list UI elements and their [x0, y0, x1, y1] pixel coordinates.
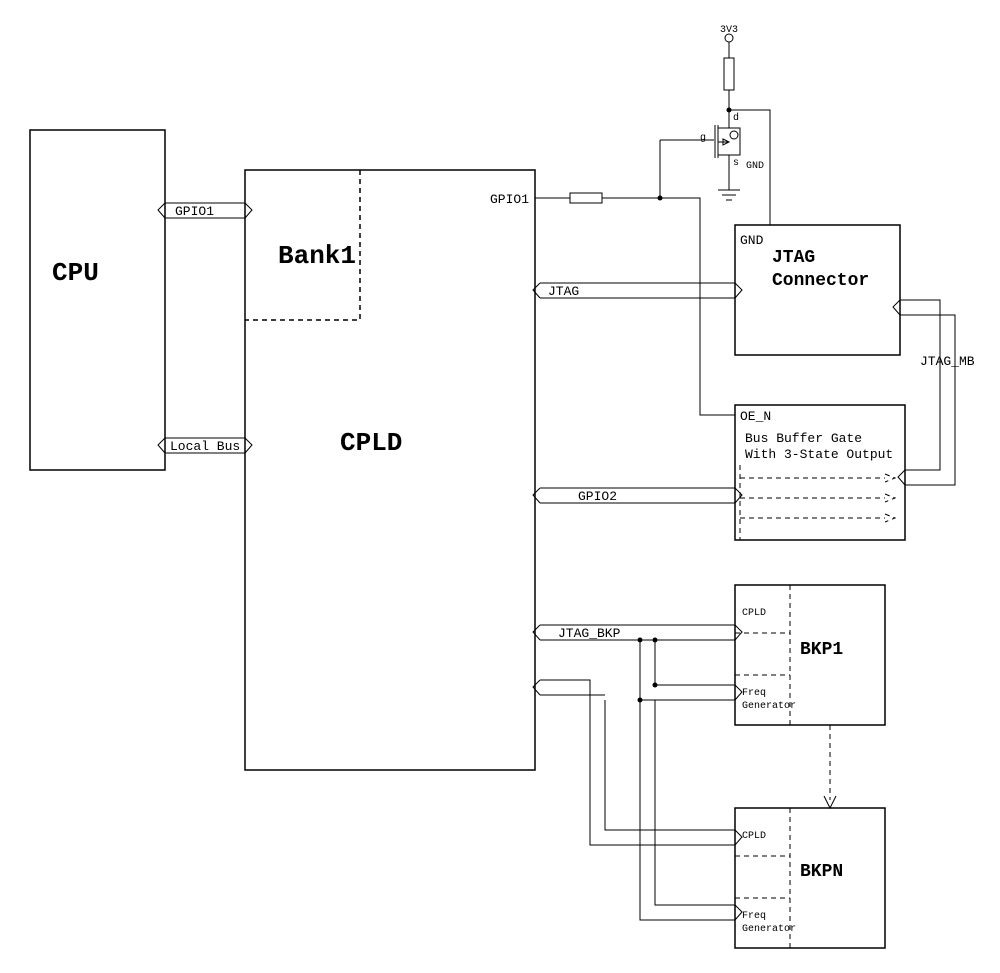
conn-gnd-label: GND: [740, 233, 764, 248]
bkp1-fg1: Freq: [742, 688, 766, 699]
node-to-oe: [660, 198, 735, 415]
buffer-block: [735, 405, 905, 540]
jtagmb-bus: [893, 300, 955, 485]
bkpn-fg2: Generator: [742, 924, 796, 935]
fork2: [653, 638, 658, 643]
bkp1-fg2: Generator: [742, 701, 796, 712]
bkp1-name: BKP1: [800, 640, 843, 660]
buffer-int-1: [740, 474, 895, 482]
buffer-l1: Bus Buffer Gate: [745, 431, 862, 446]
localbus-label: Local Bus: [170, 439, 240, 454]
jtagbkp-label: JTAG_BKP: [558, 626, 621, 641]
gpio2-bus: [533, 488, 742, 503]
resistor-r2: [570, 193, 602, 203]
node-d: [727, 108, 732, 113]
jtag-conn-l2: Connector: [772, 271, 869, 291]
mosfet-g: g: [700, 133, 706, 144]
schematic-diagram: CPU CPLD Bank1 JTAG Connector OE_N Bus B…: [0, 0, 1000, 973]
cpu-block: [30, 130, 165, 470]
jtag-conn-l1: JTAG: [772, 248, 815, 268]
bkpn-name: BKPN: [800, 862, 843, 882]
mosfet-d: d: [733, 112, 739, 124]
gnd-symbol: [718, 170, 740, 200]
buffer-int-2: [740, 494, 895, 502]
bkpn-freq-bus: [640, 700, 742, 920]
gpio2-label: GPIO2: [578, 489, 617, 504]
cpu-label: CPU: [52, 258, 99, 288]
bkpn-cpld-bus: [533, 680, 742, 845]
fork4: [653, 683, 658, 688]
gpio1-right-label: GPIO1: [490, 192, 529, 207]
buffer-int-3: [740, 514, 895, 522]
fork1: [638, 638, 643, 643]
resistor-r1: [724, 58, 734, 90]
cpld-label: CPLD: [340, 428, 402, 458]
bkp1-cpld: CPLD: [742, 608, 766, 619]
buffer-oe: OE_N: [740, 409, 771, 424]
gnd-text-top: GND: [746, 161, 764, 172]
buffer-l2: With 3-State Output: [745, 447, 893, 462]
jtag-label: JTAG: [548, 284, 579, 299]
bkpn-cpld: CPLD: [742, 831, 766, 842]
fork3: [638, 698, 643, 703]
bank1-label: Bank1: [278, 241, 356, 271]
gpio1-left-label: GPIO1: [175, 204, 214, 219]
mosfet-s: s: [733, 158, 739, 169]
bkp1-freq-bus: [640, 640, 742, 700]
mosfet-diode: [730, 131, 738, 139]
jtagmb-label: JTAG_MB: [920, 354, 975, 369]
bkpn-fg1: Freq: [742, 911, 766, 922]
